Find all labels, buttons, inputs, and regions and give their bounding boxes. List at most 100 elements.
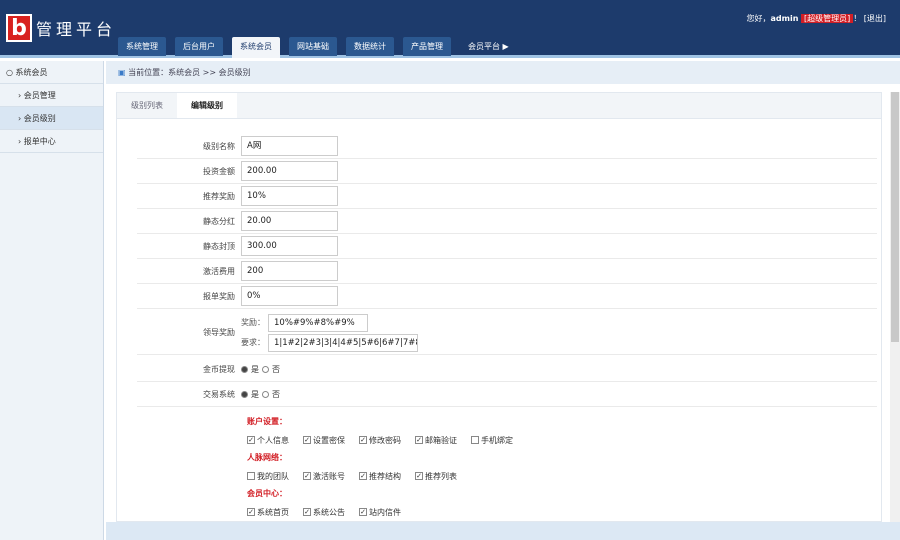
- checkbox-label: 设置密保: [313, 435, 345, 445]
- nav-products[interactable]: 产品管理: [403, 37, 451, 56]
- nav-system-members[interactable]: 系统会员: [232, 37, 280, 58]
- separator: ！: [853, 14, 862, 23]
- content-panel: 级别列表 编辑级别 级别名称 A网 投资金额 200.00 推荐奖励 10% 静态分红…: [116, 92, 882, 522]
- referral-reward-row: 推荐奖励 10%: [137, 184, 877, 209]
- permission-checkbox[interactable]: ✓ 设置密保: [303, 435, 345, 446]
- nav-site-basics[interactable]: 网站基础: [289, 37, 337, 56]
- static-cap-input[interactable]: 300.00: [241, 236, 338, 256]
- leader-reward-row: 领导奖励 奖励： 10%#9%#8%#9% 要求： 1|1#2|2#3|3|4|4#…: [137, 311, 877, 355]
- reward-label: 奖励：: [241, 318, 265, 327]
- nav-statistics[interactable]: 数据统计: [346, 37, 394, 56]
- trading-system-row: 交易系统 是 否: [137, 382, 877, 407]
- level-name-row: 级别名称 A网: [137, 134, 877, 159]
- trading-system-yes-radio[interactable]: [241, 390, 248, 398]
- requirement-label: 要求：: [241, 338, 265, 347]
- checkbox-label: 我的团队: [257, 471, 289, 481]
- circle-icon: ○: [6, 68, 16, 77]
- permission-group-title: 账户设置：: [247, 417, 287, 426]
- radio-label: 是: [251, 364, 259, 374]
- tab-level-list[interactable]: 级别列表: [117, 93, 177, 118]
- investment-amount-input[interactable]: 200.00: [241, 161, 338, 181]
- checked-checkbox-icon[interactable]: ✓: [247, 508, 255, 516]
- checkbox-label: 系统公告: [313, 507, 345, 517]
- field-label: 激活费用: [203, 266, 235, 276]
- field-label: 报单奖励: [203, 291, 235, 301]
- level-name-input[interactable]: A网: [241, 136, 338, 156]
- checked-checkbox-icon[interactable]: ✓: [415, 472, 423, 480]
- static-cap-row: 静态封顶 300.00: [137, 234, 877, 259]
- permission-checkbox[interactable]: ✓ 修改密码: [359, 435, 401, 446]
- checked-checkbox-icon[interactable]: ✓: [359, 472, 367, 480]
- permission-checkbox[interactable]: ✓ 推荐结构: [359, 471, 401, 482]
- activation-fee-row: 激活费用 200: [137, 259, 877, 284]
- static-dividend-input[interactable]: 20.00: [241, 211, 338, 231]
- checked-checkbox-icon[interactable]: ✓: [247, 436, 255, 444]
- tab-bar: 级别列表 编辑级别: [117, 93, 881, 119]
- static-dividend-row: 静态分红 20.00: [137, 209, 877, 234]
- checked-checkbox-icon[interactable]: ✓: [303, 436, 311, 444]
- breadcrumb: ▣ 当前位置：系统会员 >> 会员级别: [106, 61, 900, 84]
- checkbox-label: 修改密码: [369, 435, 401, 445]
- radio-label: 是: [251, 389, 259, 399]
- permission-group-title: 人脉网络：: [247, 453, 287, 462]
- gold-withdraw-no-radio[interactable]: [262, 365, 269, 373]
- permission-checkbox[interactable]: 我的团队: [247, 471, 289, 482]
- checkbox-label: 站内信件: [369, 507, 401, 517]
- field-label: 静态封顶: [203, 241, 235, 251]
- field-label: 投资金额: [203, 166, 235, 176]
- investment-amount-row: 投资金额 200.00: [137, 159, 877, 184]
- permission-checkbox[interactable]: ✓ 系统首页: [247, 507, 289, 518]
- checkbox-label: 系统首页: [257, 507, 289, 517]
- permission-checkbox[interactable]: ✓ 邮箱验证: [415, 435, 457, 446]
- referral-reward-input[interactable]: 10%: [241, 186, 338, 206]
- nav-backend-users[interactable]: 后台用户: [175, 37, 223, 56]
- radio-label: 否: [272, 389, 280, 399]
- field-label: 静态分红: [203, 216, 235, 226]
- permission-checkbox[interactable]: ✓ 激活账号: [303, 471, 345, 482]
- logo: b 管理平台: [6, 14, 116, 42]
- sidebar-item-order-center[interactable]: › 报单中心: [0, 130, 103, 153]
- field-label: 领导奖励: [203, 328, 235, 337]
- footer-bar: [106, 522, 900, 540]
- order-reward-row: 报单奖励 0%: [137, 284, 877, 309]
- username: admin: [770, 14, 799, 23]
- nav-member-platform[interactable]: 会员平台 ▶: [460, 37, 517, 56]
- scrollbar-thumb[interactable]: [891, 92, 899, 342]
- logout-link[interactable]: [退出]: [864, 14, 886, 23]
- gold-withdraw-row: 金币提现 是 否: [137, 357, 877, 382]
- greeting: 您好，: [746, 14, 771, 23]
- sidebar-header[interactable]: ○ 系统会员: [0, 61, 103, 84]
- sidebar-item-label: 会员级别: [23, 114, 56, 123]
- main-nav: 系统管理 后台用户 系统会员 网站基础 数据统计 产品管理 会员平台 ▶: [118, 37, 517, 58]
- field-label: 推荐奖励: [203, 191, 235, 201]
- sidebar-item-member-management[interactable]: › 会员管理: [0, 84, 103, 107]
- nav-system-admin[interactable]: 系统管理: [118, 37, 166, 56]
- permissions: 账户设置： ✓ 个人信息 ✓ 设置密保 ✓ 修改密码 ✓ 邮箱验证 手机绑定 人脉网络： 我的团队 ✓ 激…: [247, 413, 513, 521]
- permission-group: ✓ 个人信息 ✓ 设置密保 ✓ 修改密码 ✓ 邮箱验证 手机绑定: [247, 431, 513, 449]
- trading-system-no-radio[interactable]: [262, 390, 269, 398]
- app-title: 管理平台: [36, 20, 117, 39]
- activation-fee-input[interactable]: 200: [241, 261, 338, 281]
- checked-checkbox-icon[interactable]: ✓: [359, 436, 367, 444]
- user-info: 您好，admin [超级管理员]！ [退出]: [746, 13, 886, 24]
- permission-checkbox[interactable]: ✓ 推荐列表: [415, 471, 457, 482]
- scrollbar[interactable]: [890, 92, 900, 522]
- permission-checkbox[interactable]: 手机绑定: [471, 435, 513, 446]
- permission-checkbox[interactable]: ✓ 系统公告: [303, 507, 345, 518]
- order-reward-input[interactable]: 0%: [241, 286, 338, 306]
- permission-checkbox[interactable]: ✓ 个人信息: [247, 435, 289, 446]
- permission-checkbox[interactable]: ✓ 站内信件: [359, 507, 401, 518]
- leader-requirement-input[interactable]: 1|1#2|2#3|3|4|4#5|5#6|6#7|7#8|8#: [268, 333, 418, 352]
- checked-checkbox-icon[interactable]: ✓: [359, 508, 367, 516]
- leader-reward-input[interactable]: 10%#9%#8%#9%: [268, 313, 368, 332]
- tab-edit-level[interactable]: 编辑级别: [177, 93, 237, 118]
- checked-checkbox-icon[interactable]: ✓: [303, 508, 311, 516]
- unchecked-checkbox-icon[interactable]: [471, 436, 479, 444]
- header: b 管理平台 系统管理 后台用户 系统会员 网站基础 数据统计 产品管理 会员平台…: [0, 0, 900, 58]
- checked-checkbox-icon[interactable]: ✓: [415, 436, 423, 444]
- unchecked-checkbox-icon[interactable]: [247, 472, 255, 480]
- checked-checkbox-icon[interactable]: ✓: [303, 472, 311, 480]
- sidebar-item-member-level[interactable]: › 会员级别: [0, 107, 103, 130]
- checkbox-label: 推荐结构: [369, 471, 401, 481]
- gold-withdraw-yes-radio[interactable]: [241, 365, 248, 373]
